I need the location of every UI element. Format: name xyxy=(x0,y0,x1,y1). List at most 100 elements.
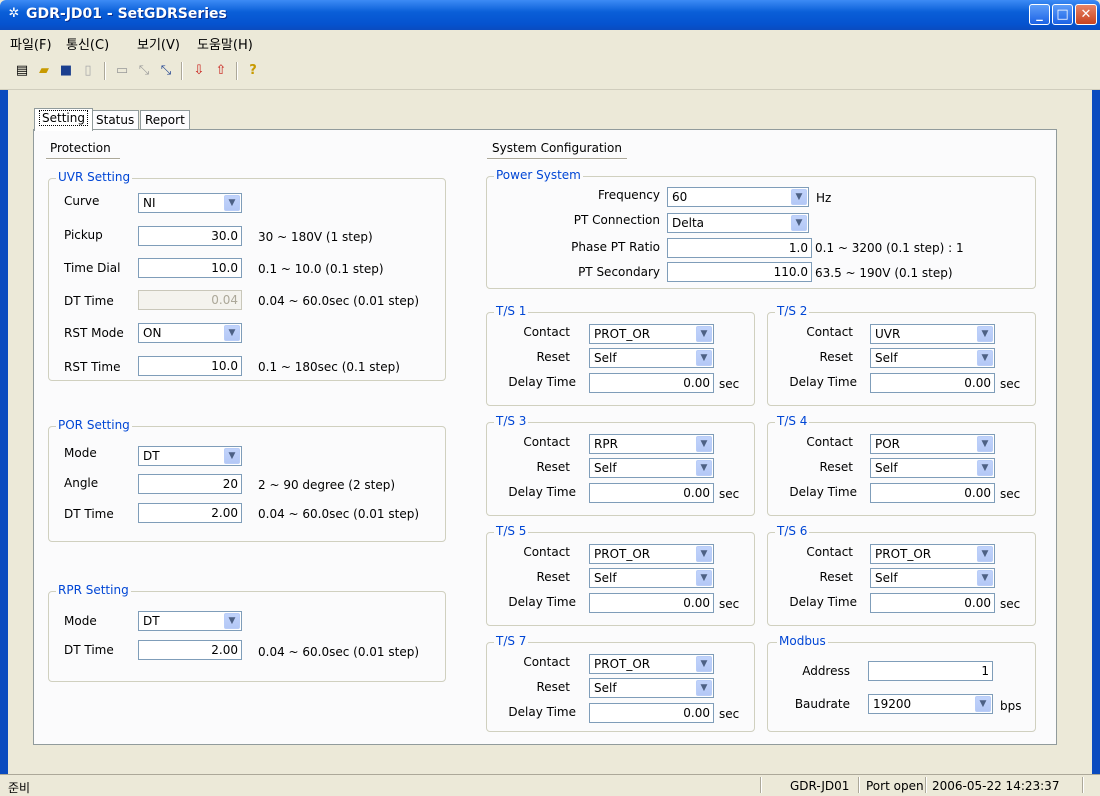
time-dial-input[interactable]: 10.0 xyxy=(138,258,242,278)
ts2-delay-label: Delay Time xyxy=(789,375,857,389)
ts6-reset-select[interactable]: Self ▼ xyxy=(870,568,995,588)
ts4-delay-unit: sec xyxy=(1000,487,1021,501)
ts6-contact-select[interactable]: PROT_OR ▼ xyxy=(870,544,995,564)
pickup-label: Pickup xyxy=(64,228,103,242)
rpr-dt-time-label: DT Time xyxy=(64,643,114,657)
uvr-setting-title: UVR Setting xyxy=(56,170,133,184)
ts4-reset-select[interactable]: Self ▼ xyxy=(870,458,995,478)
toolbar-separator xyxy=(104,62,106,80)
status-separator xyxy=(1082,777,1084,793)
close-button[interactable]: ✕ xyxy=(1075,4,1097,25)
phase-pt-ratio-label: Phase PT Ratio xyxy=(571,240,660,254)
phase-pt-ratio-input[interactable]: 1.0 xyxy=(667,238,812,258)
window-frame-right xyxy=(1092,90,1100,774)
upload-icon[interactable]: ⇧ xyxy=(211,61,231,81)
rst-mode-select[interactable]: ON ▼ xyxy=(138,323,242,343)
ts2-reset-select[interactable]: Self ▼ xyxy=(870,348,995,368)
ts5-contact-label: Contact xyxy=(523,545,570,559)
protection-divider xyxy=(46,158,120,160)
ts1-reset-select[interactable]: Self ▼ xyxy=(589,348,714,368)
status-port: Port open xyxy=(866,779,924,793)
uvr-setting-group xyxy=(48,178,446,381)
ts4-contact-label: Contact xyxy=(806,435,853,449)
ts3-contact-select[interactable]: RPR ▼ xyxy=(589,434,714,454)
chevron-down-icon: ▼ xyxy=(696,546,712,562)
title-bar[interactable]: ✲ GDR-JD01 - SetGDRSeries _ □ ✕ xyxy=(0,0,1100,30)
power-system-title: Power System xyxy=(494,168,583,182)
address-input[interactable]: 1 xyxy=(868,661,993,681)
ts7-delay-input[interactable]: 0.00 xyxy=(589,703,714,723)
minimize-button[interactable]: _ xyxy=(1029,4,1050,25)
status-separator xyxy=(925,777,927,793)
ts1-contact-label: Contact xyxy=(523,325,570,339)
help-icon[interactable]: ? xyxy=(243,61,263,81)
pt-secondary-input[interactable]: 110.0 xyxy=(667,262,812,282)
por-mode-select[interactable]: DT ▼ xyxy=(138,446,242,466)
document-icon[interactable]: ▯ xyxy=(78,61,98,81)
curve-select[interactable]: NI ▼ xyxy=(138,193,242,213)
ts2-delay-input[interactable]: 0.00 xyxy=(870,373,995,393)
uvr-dt-time-input[interactable]: 0.04 xyxy=(138,290,242,310)
por-mode-label: Mode xyxy=(64,446,97,460)
angle-input[interactable]: 20 xyxy=(138,474,242,494)
pt-connection-select[interactable]: Delta ▼ xyxy=(667,213,809,233)
rpr-dt-time-input[interactable]: 2.00 xyxy=(138,640,242,660)
ts3-reset-select[interactable]: Self ▼ xyxy=(589,458,714,478)
download-icon[interactable]: ⇩ xyxy=(189,61,209,81)
ts7-contact-select[interactable]: PROT_OR ▼ xyxy=(589,654,714,674)
ts5-delay-input[interactable]: 0.00 xyxy=(589,593,714,613)
disconnect-icon[interactable]: ⤡ xyxy=(156,61,176,81)
ts4-contact-select[interactable]: POR ▼ xyxy=(870,434,995,454)
menu-comm[interactable]: 통신(C) xyxy=(66,34,109,53)
tab-status[interactable]: Status xyxy=(91,110,140,130)
chevron-down-icon: ▼ xyxy=(977,350,993,366)
ts6-delay-input[interactable]: 0.00 xyxy=(870,593,995,613)
maximize-button[interactable]: □ xyxy=(1052,4,1073,25)
ts3-delay-input[interactable]: 0.00 xyxy=(589,483,714,503)
ts4-delay-input[interactable]: 0.00 xyxy=(870,483,995,503)
frequency-select[interactable]: 60 ▼ xyxy=(667,187,809,207)
toolbar: ▤ ▰ ■ ▯ ▭ ⤡ ⤡ ⇩ ⇧ ? xyxy=(0,54,1100,90)
menu-view[interactable]: 보기(V) xyxy=(137,34,180,53)
menu-file[interactable]: 파일(F) xyxy=(10,34,52,53)
new-icon[interactable]: ▤ xyxy=(12,61,32,81)
window-title: GDR-JD01 - SetGDRSeries xyxy=(26,6,227,22)
frequency-label: Frequency xyxy=(598,188,660,202)
address-label: Address xyxy=(802,664,850,678)
por-dt-time-input[interactable]: 2.00 xyxy=(138,503,242,523)
ts5-contact-select[interactable]: PROT_OR ▼ xyxy=(589,544,714,564)
uvr-dt-time-range-hint: 0.04 ~ 60.0sec (0.01 step) xyxy=(258,294,420,308)
ts1-delay-input[interactable]: 0.00 xyxy=(589,373,714,393)
angle-range-hint: 2 ~ 90 degree (2 step) xyxy=(258,478,396,492)
ts4-reset-label: Reset xyxy=(819,460,853,474)
window-frame-left xyxy=(0,90,8,774)
ts7-reset-select[interactable]: Self ▼ xyxy=(589,678,714,698)
save-icon[interactable]: ■ xyxy=(56,61,76,81)
pickup-input[interactable]: 30.0 xyxy=(138,226,242,246)
connect-icon[interactable]: ▭ xyxy=(112,61,132,81)
ts5-reset-select[interactable]: Self ▼ xyxy=(589,568,714,588)
tab-report[interactable]: Report xyxy=(140,110,190,130)
status-ready: 준비 xyxy=(8,781,31,795)
baudrate-select[interactable]: 19200 ▼ xyxy=(868,694,993,714)
tab-setting[interactable]: Setting xyxy=(34,108,93,131)
ts5-reset-label: Reset xyxy=(536,570,570,584)
ts3-contact-label: Contact xyxy=(523,435,570,449)
ts7-delay-unit: sec xyxy=(719,707,740,721)
rst-time-input[interactable]: 10.0 xyxy=(138,356,242,376)
modbus-title: Modbus xyxy=(777,634,828,648)
rpr-mode-select[interactable]: DT ▼ xyxy=(138,611,242,631)
link-icon[interactable]: ⤡ xyxy=(134,61,154,81)
chevron-down-icon: ▼ xyxy=(696,350,712,366)
open-folder-icon[interactable]: ▰ xyxy=(34,61,54,81)
frequency-unit: Hz xyxy=(816,191,832,205)
ts7-delay-label: Delay Time xyxy=(508,705,576,719)
menu-help[interactable]: 도움말(H) xyxy=(197,34,253,53)
ts1-contact-select[interactable]: PROT_OR ▼ xyxy=(589,324,714,344)
chevron-down-icon: ▼ xyxy=(696,570,712,586)
ts2-contact-select[interactable]: UVR ▼ xyxy=(870,324,995,344)
ts2-title: T/S 2 xyxy=(775,304,810,318)
rst-time-range-hint: 0.1 ~ 180sec (0.1 step) xyxy=(258,360,400,374)
chevron-down-icon: ▼ xyxy=(696,460,712,476)
ts2-reset-label: Reset xyxy=(819,350,853,364)
